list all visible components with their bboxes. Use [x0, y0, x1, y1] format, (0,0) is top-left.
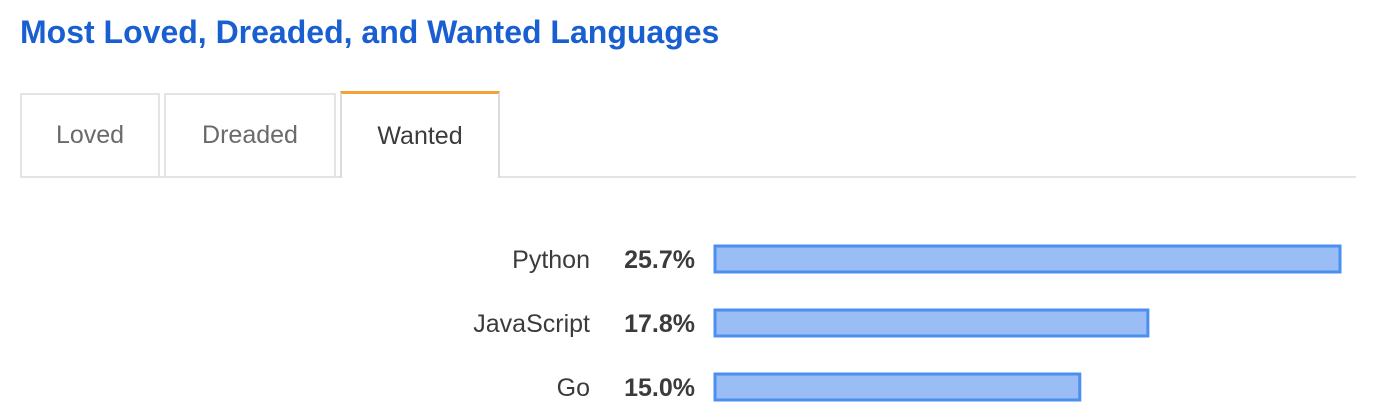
value-label: 15.0% — [624, 374, 695, 402]
category-label: JavaScript — [473, 310, 590, 338]
bar-go — [713, 372, 1082, 402]
category-label: Python — [512, 246, 590, 274]
bar-chart: Python 25.7% JavaScript 17.8% Go 15.0% — [473, 244, 1342, 402]
category-label: Go — [557, 374, 590, 402]
page-title: Most Loved, Dreaded, and Wanted Language… — [20, 14, 720, 50]
tab-bar: Loved Dreaded Wanted — [20, 91, 1356, 178]
tab-divider — [20, 176, 1356, 178]
value-label: 25.7% — [624, 246, 695, 274]
tab-loved[interactable]: Loved — [20, 93, 160, 176]
value-label: 17.8% — [624, 310, 695, 338]
chart-rows: Python 25.7% JavaScript 17.8% Go 15.0% — [473, 244, 1342, 402]
tab-wanted[interactable]: Wanted — [340, 91, 500, 178]
bar-python — [713, 244, 1342, 274]
tab-dreaded[interactable]: Dreaded — [164, 93, 336, 176]
bar-javascript — [713, 308, 1150, 338]
